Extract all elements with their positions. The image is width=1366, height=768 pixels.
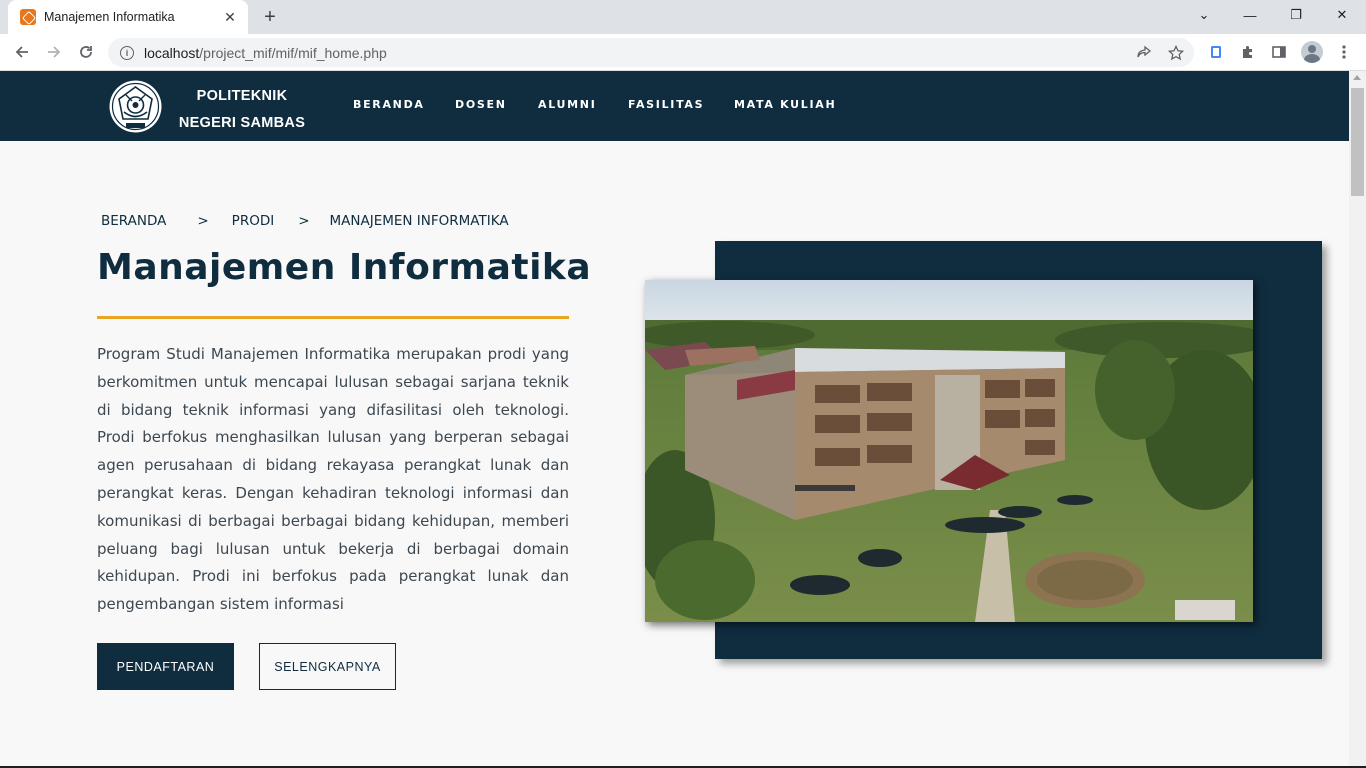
tab-search-icon[interactable]: ⌄	[1181, 0, 1227, 30]
extension-translate-icon[interactable]	[1205, 41, 1227, 63]
xampp-favicon-icon	[20, 9, 36, 25]
url-host: localhost	[144, 44, 200, 61]
scrollbar-thumb[interactable]	[1351, 88, 1364, 196]
page-scrollbar[interactable]	[1349, 71, 1366, 766]
profile-avatar[interactable]	[1301, 41, 1323, 63]
chrome-menu-icon[interactable]	[1333, 41, 1355, 63]
breadcrumb-beranda[interactable]: BERANDA	[101, 213, 166, 229]
share-icon[interactable]	[1134, 43, 1154, 63]
selengkapnya-button[interactable]: SELENGKAPNYA	[259, 643, 396, 690]
nav-fasilitas[interactable]: FASILITAS	[628, 98, 704, 111]
breadcrumb: BERANDA > PRODI > MANAJEMEN INFORMATIKA	[101, 213, 509, 229]
address-bar[interactable]: i localhost/project_mif/mif/mif_home.php	[108, 38, 1194, 67]
campus-building-photo	[645, 280, 1253, 622]
back-arrow-icon[interactable]	[8, 38, 36, 66]
close-tab-icon[interactable]: ✕	[222, 9, 238, 25]
nav-beranda[interactable]: BERANDA	[353, 98, 425, 111]
page-viewport: POLITEKNIK NEGERI SAMBAS BERANDA DOSEN A…	[0, 71, 1349, 766]
site-navbar: POLITEKNIK NEGERI SAMBAS BERANDA DOSEN A…	[0, 71, 1349, 141]
reload-icon[interactable]	[72, 38, 100, 66]
extensions-puzzle-icon[interactable]	[1237, 41, 1259, 63]
breadcrumb-separator: >	[197, 213, 209, 229]
breadcrumb-current: MANAJEMEN INFORMATIKA	[329, 213, 509, 229]
breadcrumb-separator: >	[298, 213, 310, 229]
title-underline	[97, 316, 569, 319]
close-window-button[interactable]: ✕	[1319, 0, 1365, 30]
restore-button[interactable]: ❐	[1273, 0, 1319, 30]
brand-line-1: POLITEKNIK	[196, 88, 288, 104]
brand-name[interactable]: POLITEKNIK NEGERI SAMBAS	[172, 83, 312, 137]
scroll-up-arrow-icon[interactable]	[1353, 75, 1361, 80]
pendaftaran-button[interactable]: PENDAFTARAN	[97, 643, 234, 690]
site-info-icon[interactable]: i	[120, 45, 134, 60]
brand-line-2: NEGERI SAMBAS	[178, 115, 306, 131]
browser-tab-strip: Manajemen Informatika ✕ + ⌄ — ❐ ✕	[0, 0, 1366, 34]
nav-alumni[interactable]: ALUMNI	[538, 98, 597, 111]
side-panel-icon[interactable]	[1268, 41, 1290, 63]
bookmark-star-icon[interactable]	[1166, 43, 1186, 63]
nav-dosen[interactable]: DOSEN	[455, 98, 507, 111]
polnes-logo[interactable]	[108, 79, 163, 134]
browser-tab[interactable]: Manajemen Informatika ✕	[8, 0, 248, 34]
forward-arrow-icon[interactable]	[40, 38, 68, 66]
tab-title: Manajemen Informatika	[44, 10, 175, 24]
new-tab-button[interactable]: +	[258, 5, 282, 29]
browser-toolbar: i localhost/project_mif/mif/mif_home.php	[0, 34, 1366, 71]
url-path: /project_mif/mif/mif_home.php	[199, 44, 387, 61]
minimize-button[interactable]: —	[1227, 0, 1273, 30]
breadcrumb-prodi[interactable]: PRODI	[232, 213, 275, 229]
page-title: Manajemen Informatika	[97, 247, 592, 288]
nav-mata-kuliah[interactable]: MATA KULIAH	[734, 98, 836, 111]
program-description: Program Studi Manajemen Informatika meru…	[97, 345, 569, 614]
